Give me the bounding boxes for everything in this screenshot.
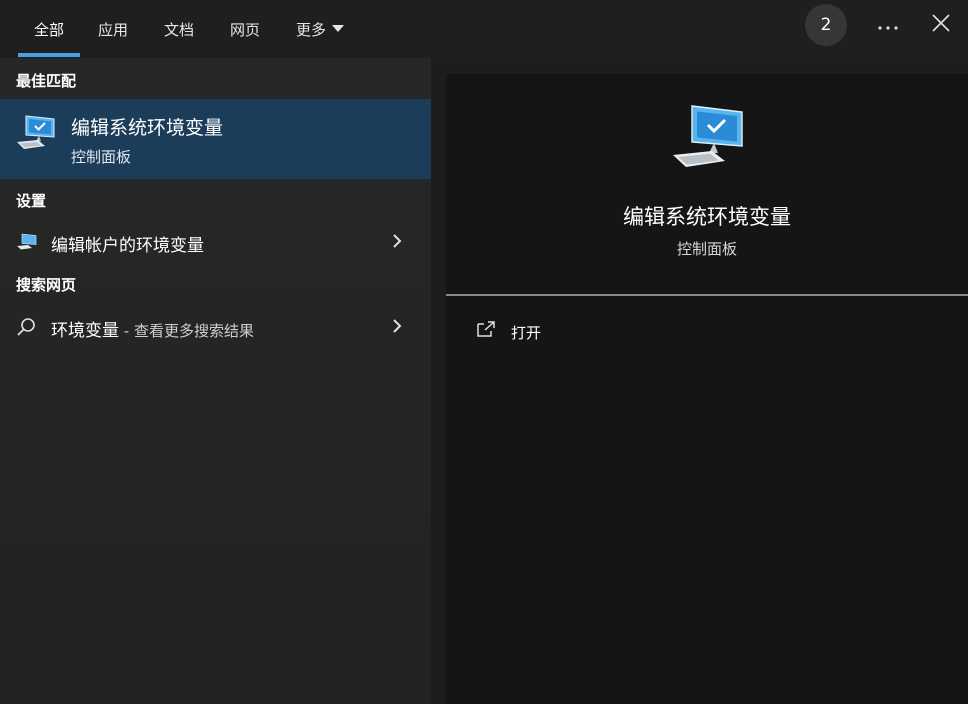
preview-pane: 编辑系统环境变量 控制面板 打开 — [446, 74, 968, 704]
badge-count: 2 — [820, 15, 832, 35]
open-action[interactable]: 打开 — [446, 312, 968, 352]
preview-divider — [446, 294, 968, 296]
chevron-right-icon[interactable] — [392, 318, 402, 338]
best-match-subtitle: 控制面板 — [71, 148, 132, 166]
close-icon — [932, 14, 950, 36]
settings-heading: 设置 — [16, 192, 47, 210]
web-search-heading: 搜索网页 — [16, 276, 77, 294]
tab-web[interactable]: 网页 — [218, 0, 272, 58]
best-match-result[interactable]: 编辑系统环境变量 控制面板 — [0, 99, 431, 179]
results-panel: 最佳匹配 编辑系统环境变量 控制面板 设置 编辑帐户的环境变量 搜索网页 环境变… — [0, 58, 431, 704]
search-icon — [16, 317, 36, 341]
tab-apps[interactable]: 应用 — [86, 0, 140, 58]
tab-apps-label: 应用 — [97, 20, 128, 39]
web-search-result-row[interactable]: 环境变量 - 查看更多搜索结果 — [0, 307, 431, 347]
tab-all-label: 全部 — [33, 20, 64, 39]
web-search-suffix: - 查看更多搜索结果 — [119, 322, 254, 340]
open-action-label: 打开 — [511, 324, 542, 342]
active-tab-indicator — [18, 53, 80, 57]
close-button[interactable] — [920, 4, 962, 46]
open-external-icon — [476, 320, 496, 342]
system-properties-monitor-icon — [670, 102, 746, 178]
caret-down-icon — [332, 25, 344, 33]
settings-result-label: 编辑帐户的环境变量 — [51, 236, 204, 256]
system-monitor-icon — [16, 232, 38, 256]
best-match-heading: 最佳匹配 — [16, 72, 77, 90]
chevron-right-icon[interactable] — [392, 233, 402, 253]
more-options-button[interactable] — [867, 4, 909, 46]
preview-subtitle: 控制面板 — [676, 240, 737, 258]
tab-all[interactable]: 全部 — [18, 0, 80, 58]
tab-documents[interactable]: 文档 — [152, 0, 206, 58]
rewards-badge[interactable]: 2 — [805, 4, 847, 46]
settings-result-row[interactable]: 编辑帐户的环境变量 — [0, 222, 431, 262]
tab-web-label: 网页 — [229, 20, 260, 39]
system-properties-monitor-icon — [14, 113, 58, 157]
ellipsis-icon — [877, 16, 899, 35]
filter-tab-bar: 全部 应用 文档 网页 更多 2 — [0, 0, 968, 58]
tab-documents-label: 文档 — [163, 20, 194, 39]
web-search-label: 环境变量 - 查看更多搜索结果 — [51, 316, 254, 341]
search-window: 全部 应用 文档 网页 更多 2 最佳匹配 编辑系统环境变量 控制面板 设置 编… — [0, 0, 968, 704]
preview-title: 编辑系统环境变量 — [623, 205, 791, 229]
tab-more-dropdown[interactable]: 更多 — [284, 0, 356, 58]
best-match-name: 编辑系统环境变量 — [71, 117, 224, 139]
web-search-query: 环境变量 — [51, 321, 119, 341]
tab-more-label: 更多 — [295, 20, 326, 39]
